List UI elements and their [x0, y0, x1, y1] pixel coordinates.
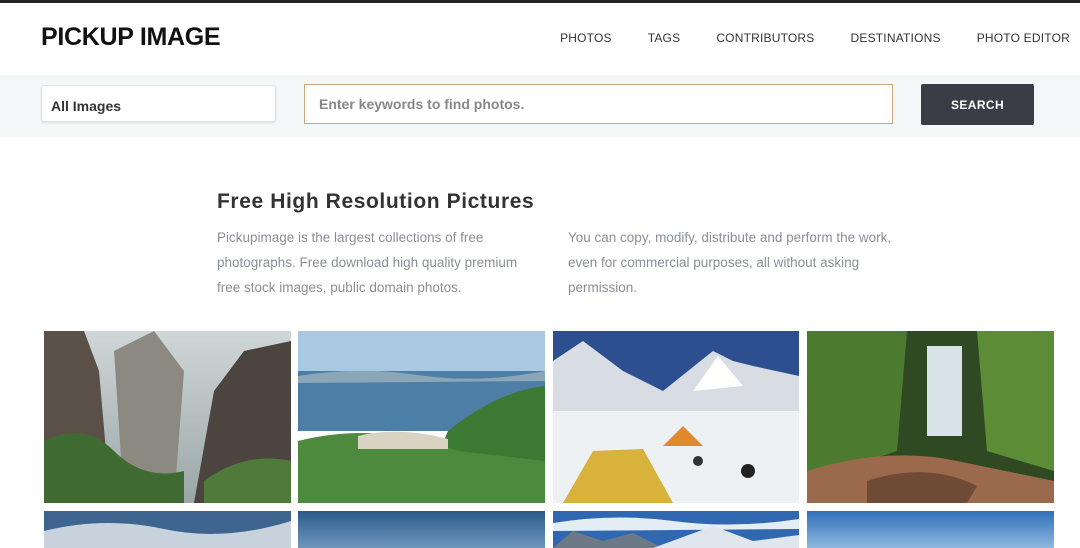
- photo-thumbnail-clear-sky[interactable]: [807, 511, 1054, 548]
- photo-thumbnail-snow-camp[interactable]: [553, 331, 799, 503]
- site-logo[interactable]: PICKUP IMAGE: [41, 23, 221, 52]
- main-nav: PHOTOS TAGS CONTRIBUTORS DESTINATIONS PH…: [524, 31, 1070, 45]
- nav-destinations[interactable]: DESTINATIONS: [851, 31, 941, 45]
- photo-thumbnail-blue-sky[interactable]: [298, 511, 545, 548]
- search-input[interactable]: [304, 84, 893, 124]
- photo-thumbnail-waterfall[interactable]: [807, 331, 1054, 503]
- nav-tags[interactable]: TAGS: [648, 31, 681, 45]
- photo-thumbnail-coast[interactable]: [298, 331, 545, 503]
- category-select[interactable]: All Images: [41, 85, 276, 122]
- photo-thumbnail-snow-peaks[interactable]: [553, 511, 799, 548]
- intro-text-right: You can copy, modify, distribute and per…: [568, 230, 892, 295]
- search-bar: All Images SEARCH: [0, 75, 1080, 137]
- nav-photos[interactable]: PHOTOS: [560, 31, 612, 45]
- nav-contributors[interactable]: CONTRIBUTORS: [716, 31, 814, 45]
- site-header: PICKUP IMAGE PHOTOS TAGS CONTRIBUTORS DE…: [0, 3, 1080, 75]
- search-button[interactable]: SEARCH: [921, 84, 1034, 125]
- photo-thumbnail-mountains[interactable]: [44, 331, 291, 503]
- page-title: Free High Resolution Pictures: [217, 190, 535, 213]
- photo-thumbnail-cloudy-sky[interactable]: [44, 511, 291, 548]
- intro-text-left: Pickupimage is the largest collections o…: [217, 230, 518, 295]
- nav-photo-editor[interactable]: PHOTO EDITOR: [977, 31, 1070, 45]
